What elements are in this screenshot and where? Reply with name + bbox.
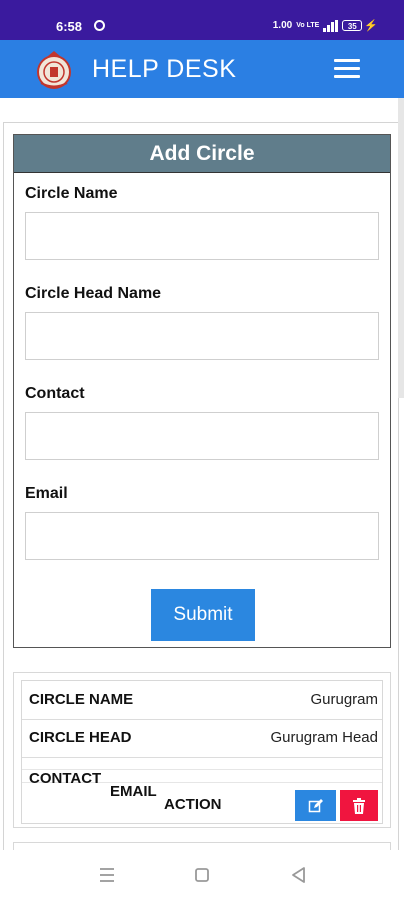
page-content: Add Circle Circle Name Circle Head Name … (0, 98, 404, 864)
home-icon[interactable] (191, 864, 213, 886)
status-indicators: 1.00 Vo LTE 35 ⚡ (273, 19, 378, 32)
charging-icon: ⚡ (364, 20, 378, 32)
status-bar: 6:58 1.00 Vo LTE 35 ⚡ (0, 0, 404, 40)
network-speed: 1.00 (272, 20, 293, 31)
delete-button[interactable] (340, 790, 378, 821)
table-row: CIRCLE NAME Gurugram (22, 681, 382, 720)
circle-name-label: Circle Name (25, 185, 118, 202)
circle-head-name-input[interactable] (25, 312, 379, 360)
add-circle-form: Add Circle Circle Name Circle Head Name … (13, 134, 391, 648)
contact-header: CONTACT (29, 770, 102, 787)
scrollbar[interactable] (398, 98, 404, 398)
circle-name-header: CIRCLE NAME (29, 691, 134, 708)
haryana-emblem-logo (37, 51, 71, 89)
action-header: ACTION (164, 796, 222, 813)
battery-icon: 35 ⚡ (342, 19, 378, 32)
circle-name-input[interactable] (25, 212, 379, 260)
table-row: CIRCLE HEAD Gurugram Head (22, 719, 382, 758)
table-row: CONTACT EMAIL ACTION (22, 757, 382, 825)
system-nav-bar (0, 850, 404, 900)
circle-record-card: CIRCLE NAME Gurugram CIRCLE HEAD Gurugra… (13, 672, 391, 828)
trash-icon (353, 797, 365, 814)
status-time: 6:58 (56, 19, 83, 34)
circle-head-name-label: Circle Head Name (25, 285, 162, 302)
network-type: Vo LTE (296, 22, 320, 29)
edit-button[interactable] (295, 790, 336, 821)
battery-level: 35 (342, 20, 363, 31)
whatsapp-icon (94, 20, 105, 31)
hamburger-menu-icon[interactable] (334, 59, 360, 81)
contact-label: Contact (25, 385, 85, 402)
email-header: EMAIL (110, 783, 157, 800)
edit-icon (308, 798, 323, 812)
app-bar: HELP DESK (0, 40, 404, 98)
circle-head-header: CIRCLE HEAD (29, 729, 132, 746)
contact-input[interactable] (25, 412, 379, 460)
app-title: HELP DESK (92, 55, 237, 83)
circle-record-table: CIRCLE NAME Gurugram CIRCLE HEAD Gurugra… (21, 680, 383, 824)
submit-button[interactable]: Submit (151, 589, 255, 641)
recent-apps-icon[interactable] (96, 864, 118, 886)
email-input[interactable] (25, 512, 379, 560)
back-icon[interactable] (288, 864, 310, 886)
signal-icon (323, 19, 339, 32)
form-heading: Add Circle (14, 135, 390, 173)
circle-head-value: Gurugram Head (270, 729, 378, 746)
circle-name-value: Gurugram (310, 691, 378, 708)
email-label: Email (25, 485, 68, 502)
